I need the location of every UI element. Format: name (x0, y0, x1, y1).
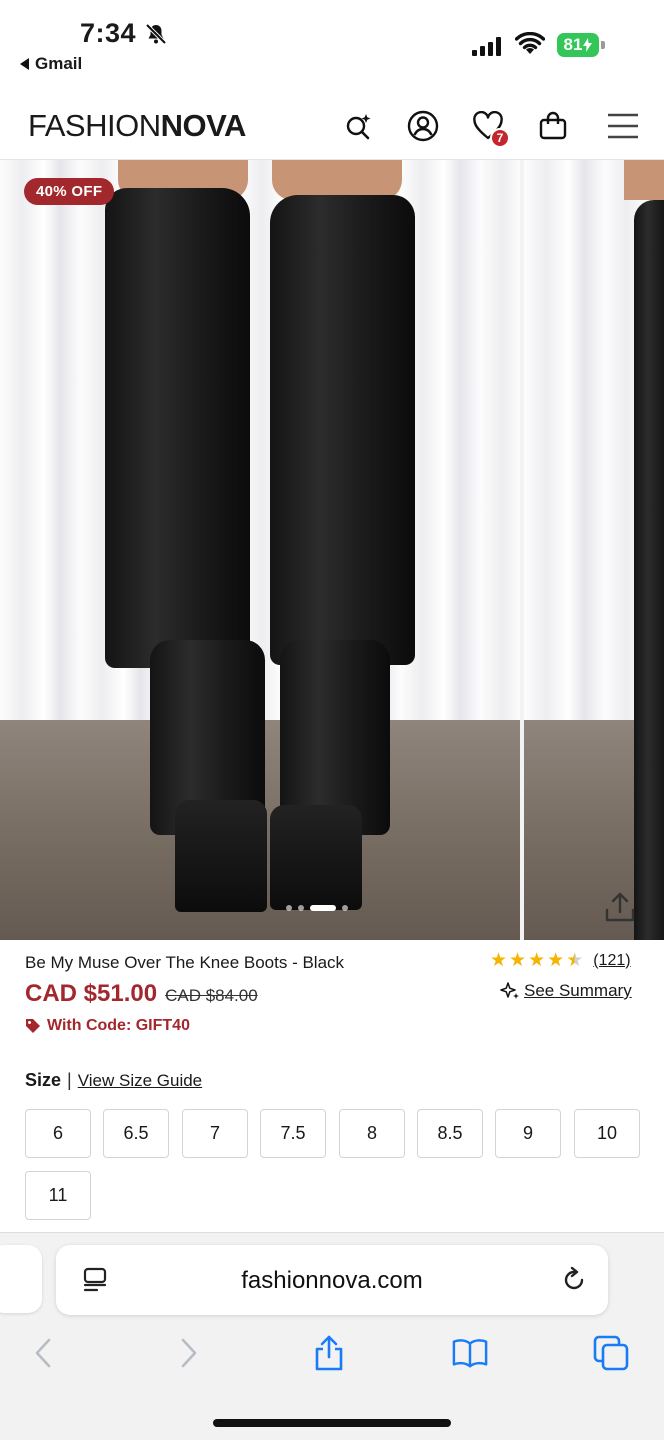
previous-tab-peek[interactable] (0, 1245, 42, 1313)
back-app-label: Gmail (35, 54, 83, 73)
url-text: fashionnova.com (241, 1267, 423, 1294)
status-bar: 7:34 Gmail 81 (0, 0, 664, 92)
ai-search-button[interactable] (340, 108, 376, 144)
original-price: CAD $84.00 (165, 986, 258, 1005)
size-option-button[interactable]: 8 (339, 1109, 405, 1158)
see-summary-label: See Summary (524, 981, 632, 1000)
tag-icon (26, 1019, 40, 1033)
size-guide-link[interactable]: View Size Guide (78, 1071, 202, 1091)
size-option-button[interactable]: 7.5 (260, 1109, 326, 1158)
size-label: Size (25, 1070, 62, 1090)
product-rating[interactable]: ★ ★ ★ ★ ★ (121) (490, 951, 631, 970)
tabs-button[interactable] (593, 1333, 629, 1373)
size-separator: | (67, 1070, 72, 1090)
sparkle-icon (500, 982, 519, 999)
size-heading: Size | View Size Guide (25, 1070, 202, 1091)
gallery-dot[interactable] (342, 905, 348, 911)
sale-price: CAD $51.00 (25, 980, 158, 1007)
size-option-button[interactable]: 7 (182, 1109, 248, 1158)
size-option-button[interactable]: 9 (495, 1109, 561, 1158)
star-icon: ★ (509, 950, 527, 971)
price-row: CAD $51.00 CAD $84.00 (25, 980, 258, 1008)
bolt-icon (583, 38, 593, 52)
size-option-button[interactable]: 6 (25, 1109, 91, 1158)
size-option-button[interactable]: 8.5 (417, 1109, 483, 1158)
size-option-button[interactable]: 10 (574, 1109, 640, 1158)
battery-charging-icon: 81 (557, 33, 605, 57)
product-title: Be My Muse Over The Knee Boots - Black (25, 953, 345, 972)
gallery-pagination[interactable] (286, 905, 348, 911)
share-icon (315, 1335, 343, 1371)
star-icon: ★ (547, 950, 565, 971)
gallery-dot[interactable] (310, 905, 336, 911)
tabs-icon (593, 1335, 629, 1371)
wifi-icon (515, 32, 545, 54)
product-photo-next-peek[interactable] (524, 160, 664, 940)
site-header: FASHIONNOVA 7 (0, 92, 664, 160)
size-option-button[interactable]: 6.5 (103, 1109, 169, 1158)
cellular-signal-icon (472, 36, 501, 56)
bell-slash-icon (145, 23, 167, 45)
menu-icon (608, 113, 638, 139)
bookmarks-button[interactable] (452, 1333, 488, 1373)
review-count-link[interactable]: (121) (593, 952, 630, 970)
forward-icon (181, 1338, 197, 1368)
address-bar[interactable]: fashionnova.com (56, 1245, 608, 1315)
wishlist-button[interactable]: 7 (470, 108, 510, 148)
product-image-gallery[interactable]: 40% OFF (0, 160, 664, 940)
battery-level: 81 (563, 35, 583, 54)
promo-code-row: With Code: GIFT40 (25, 1017, 190, 1035)
menu-button[interactable] (605, 108, 641, 144)
account-icon (407, 110, 439, 142)
see-summary-link[interactable]: See Summary (500, 981, 632, 1001)
browser-toolbar: fashionnova.com (0, 1232, 664, 1440)
status-time: 7:34 (80, 18, 137, 48)
share-button[interactable] (311, 1333, 347, 1373)
star-icon: ★ (566, 950, 584, 971)
discount-badge: 40% OFF (24, 178, 115, 205)
size-option-button[interactable]: 11 (25, 1171, 91, 1220)
fashion-nova-logo[interactable]: FASHIONNOVA (28, 110, 246, 141)
back-icon (35, 1338, 51, 1368)
back-triangle-icon (20, 58, 29, 70)
star-icon: ★ (528, 950, 546, 971)
product-photo-main[interactable]: 40% OFF (0, 160, 520, 940)
gallery-dot[interactable] (286, 905, 292, 911)
bookmarks-icon (452, 1339, 488, 1368)
back-button[interactable] (26, 1333, 62, 1373)
back-to-app-link[interactable]: Gmail (20, 54, 82, 74)
account-button[interactable] (405, 108, 441, 144)
reload-icon[interactable] (560, 1266, 588, 1294)
promo-code-text: With Code: GIFT40 (47, 1017, 190, 1034)
star-icon: ★ (490, 950, 508, 971)
home-indicator[interactable] (213, 1419, 451, 1427)
bag-icon (539, 111, 567, 140)
gallery-dot[interactable] (298, 905, 304, 911)
forward-button[interactable] (170, 1333, 206, 1373)
ai-search-icon (346, 114, 371, 140)
bag-button[interactable] (535, 108, 571, 144)
wishlist-count-badge: 7 (490, 128, 510, 148)
share-icon[interactable] (602, 890, 638, 926)
